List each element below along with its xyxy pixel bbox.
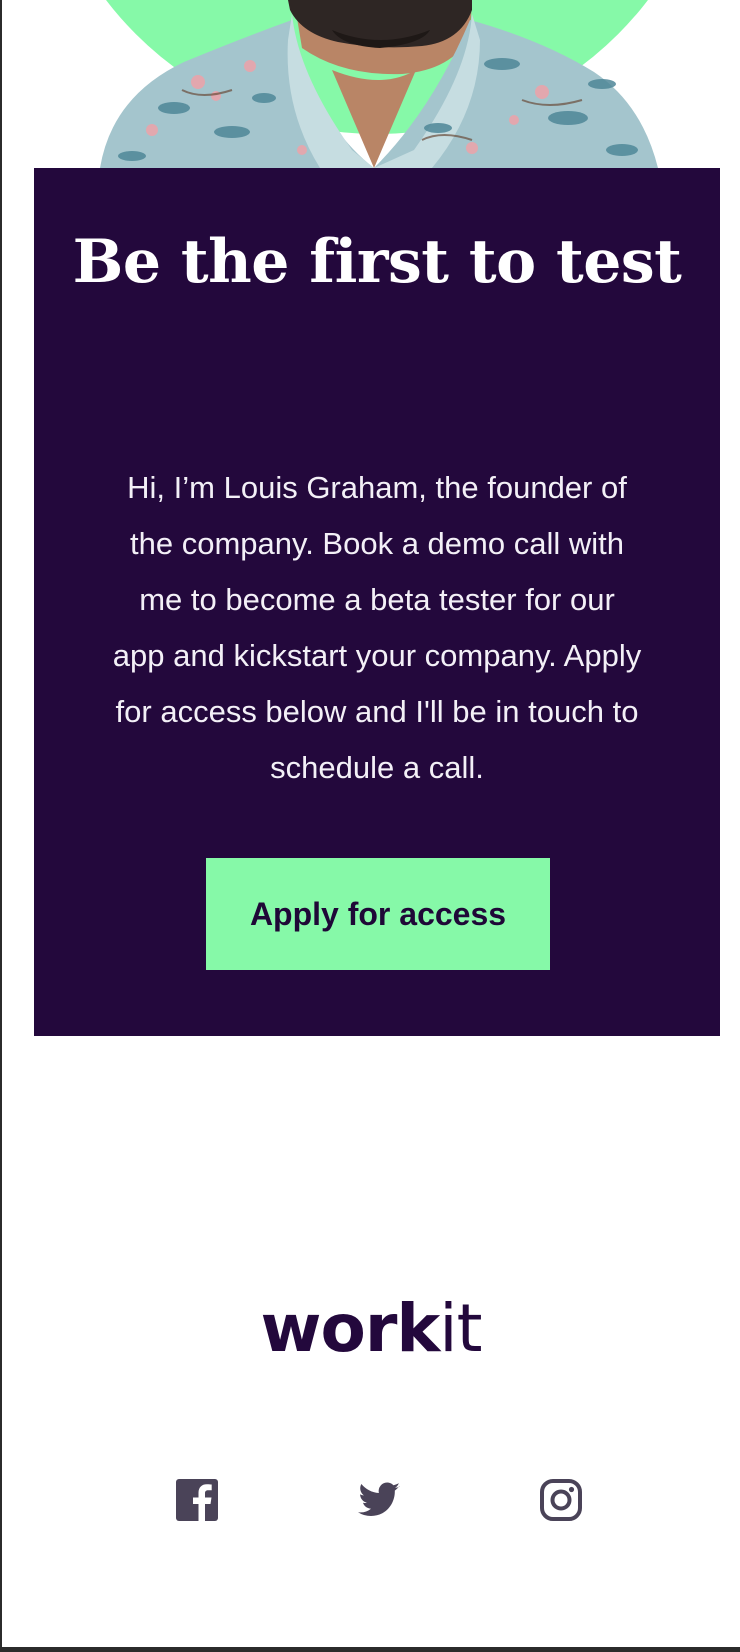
twitter-icon bbox=[358, 1482, 400, 1516]
card-title: Be the first to test bbox=[72, 227, 682, 297]
apply-for-access-button[interactable]: Apply for access bbox=[206, 858, 550, 970]
beta-signup-card: Be the first to test Hi, I’m Louis Graha… bbox=[34, 168, 720, 1036]
facebook-link[interactable] bbox=[173, 1476, 221, 1524]
instagram-icon bbox=[540, 1479, 582, 1521]
instagram-link[interactable] bbox=[537, 1476, 585, 1524]
card-description: Hi, I’m Louis Graham, the founder of the… bbox=[112, 470, 642, 785]
facebook-icon bbox=[176, 1479, 218, 1521]
workit-logo[interactable]: workit bbox=[2, 1296, 740, 1362]
logo-text-bold: work bbox=[260, 1290, 441, 1367]
founder-portrait bbox=[100, 0, 658, 168]
logo-text-light: it bbox=[439, 1290, 482, 1367]
twitter-link[interactable] bbox=[355, 1476, 403, 1524]
hero-photo-region bbox=[2, 0, 740, 168]
